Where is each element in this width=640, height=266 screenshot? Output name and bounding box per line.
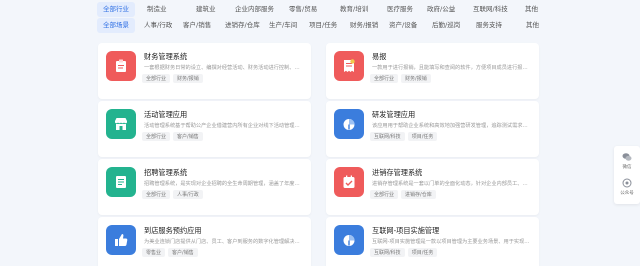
filter-chip[interactable]: 客户/销售 bbox=[177, 18, 217, 33]
filter-chip[interactable]: 全部行业 bbox=[97, 2, 135, 17]
card-tag: 进销存/仓库 bbox=[401, 190, 436, 199]
app-card[interactable]: 到店服务预约应用 为美业连锁门店提供从门店、员工、客户到服务的数字化管理解决方…… bbox=[98, 217, 311, 266]
filter-chip[interactable]: 制造业 bbox=[141, 2, 173, 17]
card-description: 一款用于进行报销，且能填写和查阅的软件，方便项目成员进行报… bbox=[372, 65, 528, 71]
card-description: 该应用用于帮助企业系统和高效地加强营研发管理，追踪测试需求… bbox=[372, 123, 528, 129]
pie-chart-icon bbox=[334, 225, 364, 255]
card-tag: 全部行业 bbox=[370, 74, 399, 83]
calendar-check-icon bbox=[334, 167, 364, 197]
card-tag: 客户/销售 bbox=[173, 132, 203, 141]
app-card[interactable]: 互联网-项目实施管理 互联网-项目实施管理是一款以项目管理为主要业务场景、用于实… bbox=[326, 217, 539, 266]
card-title: 招聘管理系统 bbox=[144, 168, 188, 177]
filter-chip[interactable]: 人事/行政 bbox=[138, 18, 178, 33]
card-tag: 财务/报销 bbox=[401, 74, 431, 83]
filter-chip[interactable]: 教育/培训 bbox=[334, 2, 374, 17]
app-card[interactable]: 进销存管理系统 进销存管理系统是一套以门单的全面化动态，针对企业内部员工、库… … bbox=[326, 159, 539, 215]
card-title: 到店服务预约应用 bbox=[144, 226, 202, 235]
filter-chip[interactable]: 进销存/仓库 bbox=[219, 18, 266, 33]
wechat-icon bbox=[622, 153, 632, 161]
scene-filter-row: 全部场景 人事/行政 客户/销售 进销存/仓库 生产/车间 项目/任务 财务/报… bbox=[0, 18, 640, 34]
card-title: 活动管理应用 bbox=[144, 110, 188, 119]
card-tag: 全部行业 bbox=[142, 190, 171, 199]
card-tag: 人事/行政 bbox=[173, 190, 203, 199]
filter-chip[interactable]: 全部场景 bbox=[97, 18, 135, 33]
filter-chip[interactable]: 其他 bbox=[520, 18, 545, 33]
official-account-button[interactable]: 公众号 bbox=[614, 178, 640, 196]
app-card[interactable]: 活动管理应用 活动管理系统基于帮助公产企业借建营内所有企业对线下活动管理… 全部… bbox=[98, 101, 311, 157]
card-tag: 全部行业 bbox=[142, 74, 171, 83]
filter-bar: 全部行业 制造业 建筑业 企业内部服务 零售/贸易 教育/培训 医疗服务 政府/… bbox=[0, 0, 640, 38]
shop-icon bbox=[106, 109, 136, 139]
card-title: 财务管理系统 bbox=[144, 52, 188, 61]
app-card[interactable]: 易报 一款用于进行报销，且能填写和查阅的软件，方便项目成员进行报… 全部行业 财务… bbox=[326, 43, 539, 99]
filter-chip[interactable]: 后勤/巡岗 bbox=[426, 18, 466, 33]
card-tag: 项目/任务 bbox=[407, 132, 438, 141]
filter-chip[interactable]: 互联网/科技 bbox=[467, 2, 514, 17]
document-icon bbox=[106, 167, 136, 197]
card-description: 招聘管理系统，是实现对企业招聘的全生命周期管理，涵盖了年度… bbox=[144, 181, 300, 187]
pie-chart-icon bbox=[334, 109, 364, 139]
official-account-label: 公众号 bbox=[620, 191, 634, 196]
app-card[interactable]: 财务管理系统 一套根据财务日常的设立、编撰对经营活动、财务活动进行控制、协… 全… bbox=[98, 43, 311, 99]
card-tag: 项目/任务 bbox=[407, 248, 438, 257]
card-description: 一套根据财务日常的设立、编撰对经营活动、财务活动进行控制、协… bbox=[144, 65, 302, 71]
card-description: 进销存管理系统是一套以门单的全面化动态，针对企业内部员工、库… bbox=[372, 181, 530, 187]
card-tag: 客户/销售 bbox=[168, 248, 198, 257]
clipboard-icon bbox=[106, 51, 136, 81]
industry-filter-row: 全部行业 制造业 建筑业 企业内部服务 零售/贸易 教育/培训 医疗服务 政府/… bbox=[0, 2, 640, 18]
filter-chip[interactable]: 其他 bbox=[519, 2, 544, 17]
filter-chip[interactable]: 项目/任务 bbox=[303, 18, 343, 33]
card-tag: 互联网/科技 bbox=[370, 248, 405, 257]
filter-chip[interactable]: 生产/车间 bbox=[263, 18, 303, 33]
card-title: 易报 bbox=[372, 52, 387, 61]
card-tag: 零售业 bbox=[142, 248, 166, 257]
filter-chip[interactable]: 零售/贸易 bbox=[283, 2, 323, 17]
card-tag: 互联网/科技 bbox=[370, 132, 405, 141]
card-tag: 全部行业 bbox=[370, 190, 399, 199]
app-card[interactable]: 招聘管理系统 招聘管理系统，是实现对企业招聘的全生命周期管理，涵盖了年度… 全部… bbox=[98, 159, 311, 215]
filter-chip[interactable]: 建筑业 bbox=[190, 2, 222, 17]
official-account-icon bbox=[622, 178, 632, 188]
card-title: 互联网-项目实施管理 bbox=[372, 226, 440, 235]
floating-side-panel: 微信 公众号 bbox=[614, 146, 640, 204]
filter-chip[interactable]: 医疗服务 bbox=[381, 2, 419, 17]
filter-chip[interactable]: 财务/报销 bbox=[344, 18, 384, 33]
filter-chip[interactable]: 资产/设备 bbox=[383, 18, 423, 33]
filter-chip[interactable]: 服务支持 bbox=[470, 18, 508, 33]
wechat-button[interactable]: 微信 bbox=[614, 152, 640, 170]
card-title: 进销存管理系统 bbox=[372, 168, 423, 177]
wechat-label: 微信 bbox=[622, 165, 632, 170]
card-description: 活动管理系统基于帮助公产企业借建营内所有企业对线下活动管理… bbox=[144, 123, 300, 129]
card-description: 为美业连锁门店提供从门店、员工、客户到服务的数字化管理解决方… bbox=[144, 239, 302, 245]
app-card[interactable]: 研发管理应用 该应用用于帮助企业系统和高效地加强营研发管理，追踪测试需求… 互联… bbox=[326, 101, 539, 157]
filter-chip[interactable]: 企业内部服务 bbox=[229, 2, 280, 17]
filter-chip[interactable]: 政府/公益 bbox=[421, 2, 461, 17]
card-tag: 财务/报销 bbox=[173, 74, 203, 83]
card-tag: 全部行业 bbox=[142, 132, 171, 141]
receipt-icon bbox=[334, 51, 364, 81]
card-title: 研发管理应用 bbox=[372, 110, 416, 119]
thumbs-up-icon bbox=[106, 225, 136, 255]
card-description: 互联网-项目实施管理是一款以项目管理为主要业务场景、用于实现… bbox=[372, 239, 530, 245]
